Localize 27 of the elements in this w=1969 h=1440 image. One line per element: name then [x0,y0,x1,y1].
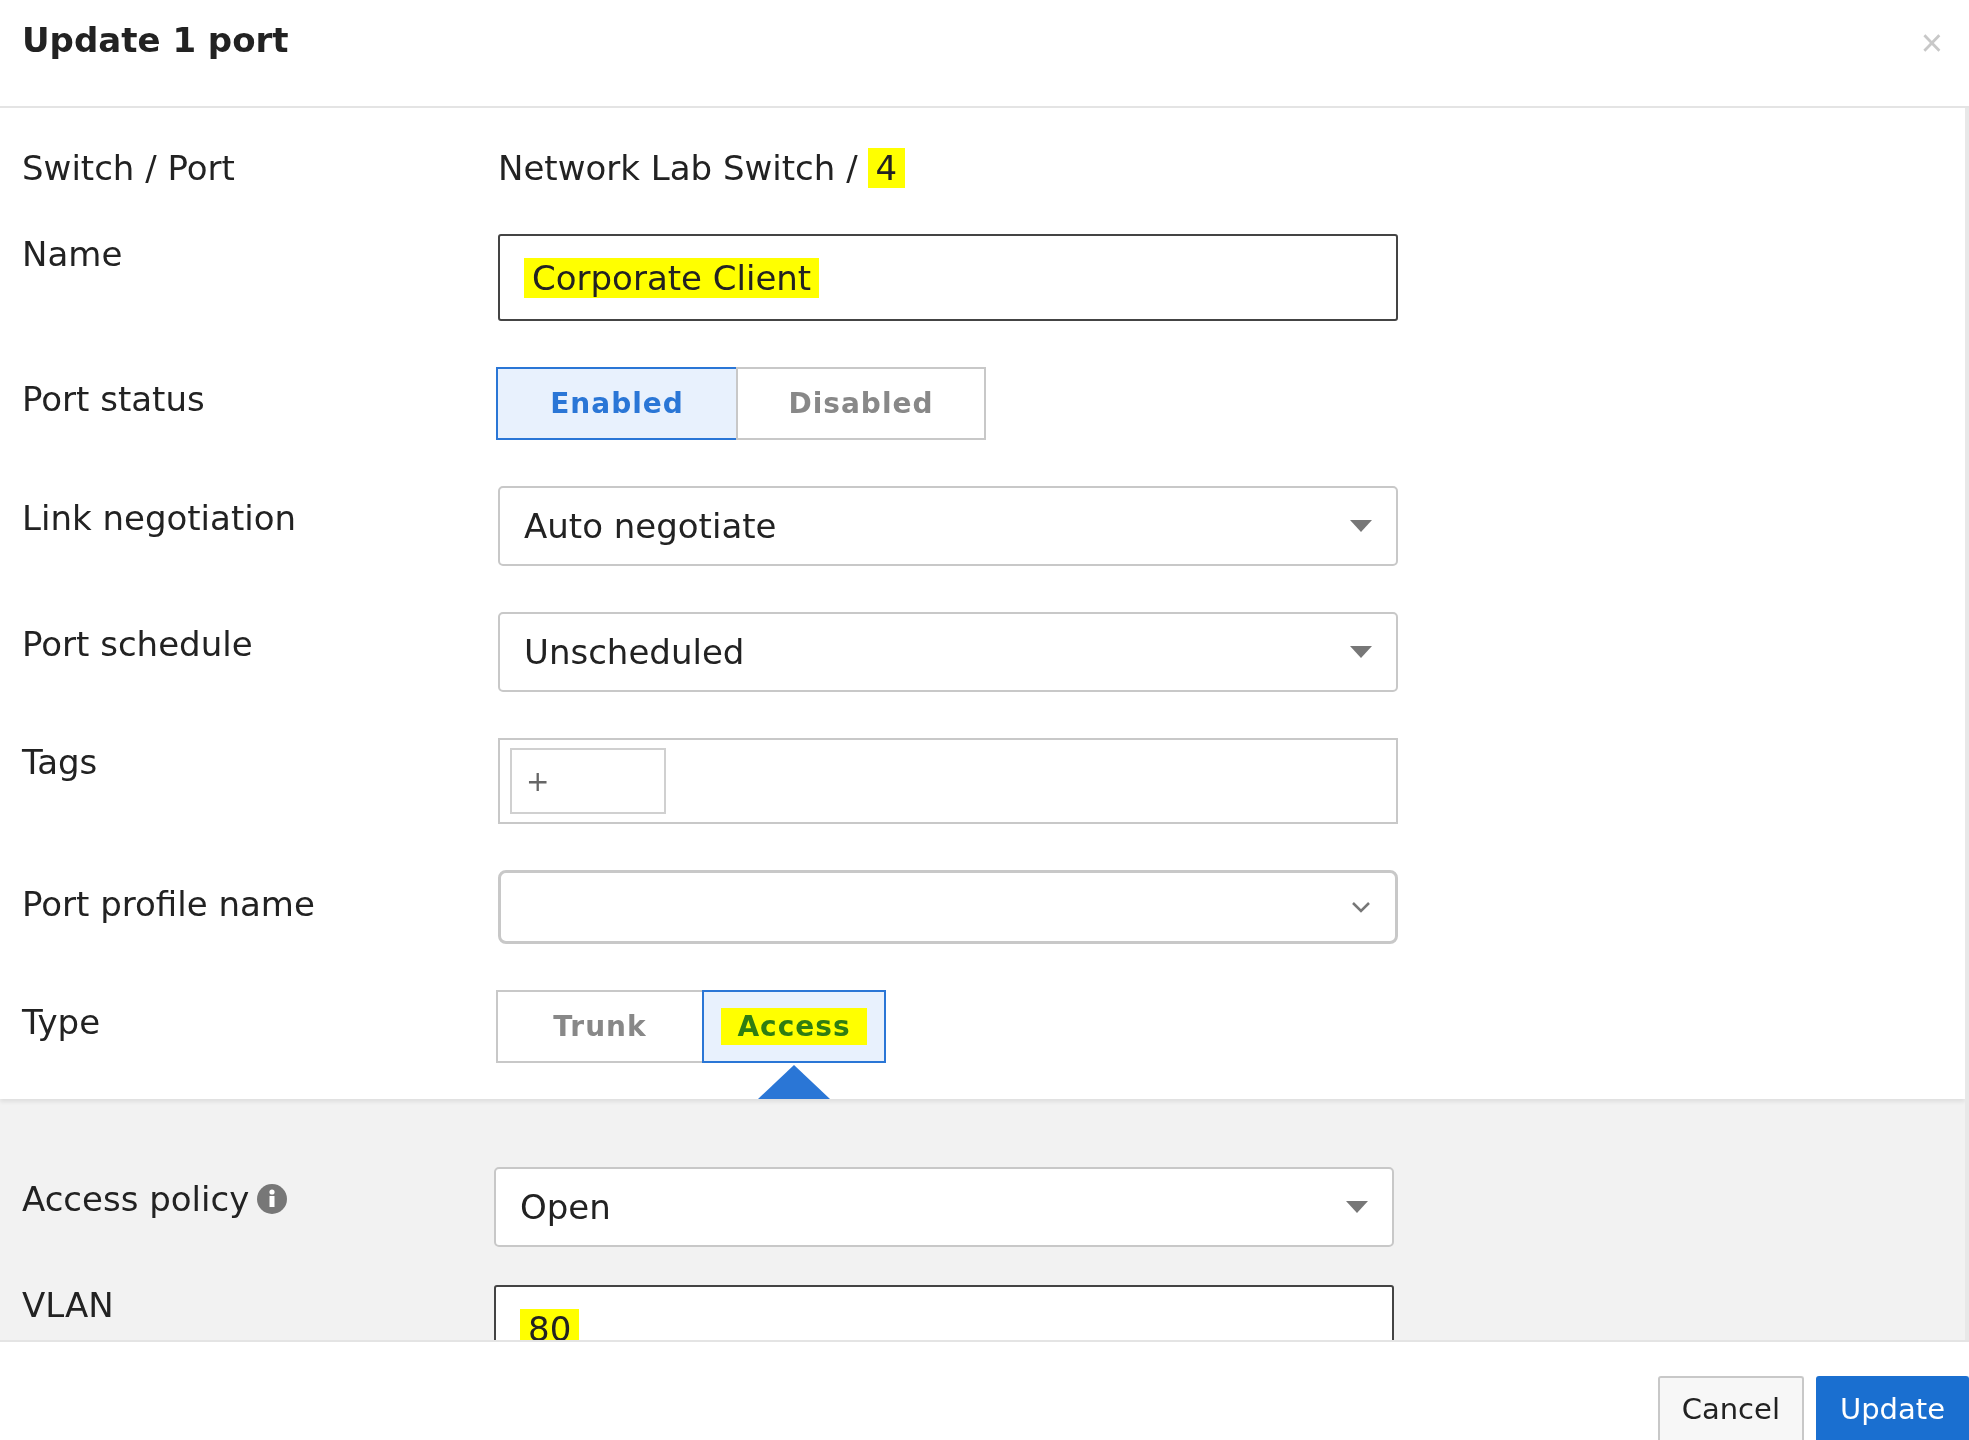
chevron-down-icon [1351,901,1371,913]
field-label: Tags [22,741,99,782]
segment-toggle[interactable]: Disabled [736,367,986,440]
field-label: Type [22,1001,102,1042]
secondary-button[interactable]: Cancel [1657,1376,1804,1440]
field-label: Port schedule [22,623,254,664]
dropdown-caret-icon [1350,646,1372,658]
field-label: Name [22,234,124,274]
select-field[interactable] [498,870,1398,944]
field-label: Link negotiation [22,497,298,538]
field-label: Port profile name [22,883,316,924]
segment-toggle[interactable]: Enabled [496,367,738,440]
field-label: Port status [22,378,206,419]
add-tag-button[interactable]: + [510,748,666,814]
dropdown-caret-icon [1350,520,1372,532]
primary-button[interactable]: Update [1815,1376,1969,1440]
field-label: VLAN [22,1285,114,1325]
field-label: Switch / Port [22,148,236,188]
select-field[interactable]: Auto negotiate [498,486,1398,566]
switch-port-value: Network Lab Switch / 4 [498,148,1398,188]
dialog-title: Update 1 port [22,20,289,60]
dropdown-caret-icon [1346,1201,1368,1213]
segment-toggle[interactable]: Trunk [496,990,704,1063]
text-input-field[interactable]: Corporate Client [498,234,1398,321]
select-field[interactable]: Unscheduled [498,612,1398,692]
select-field[interactable]: Open [494,1167,1394,1247]
field-label: Access policy [22,1179,250,1219]
